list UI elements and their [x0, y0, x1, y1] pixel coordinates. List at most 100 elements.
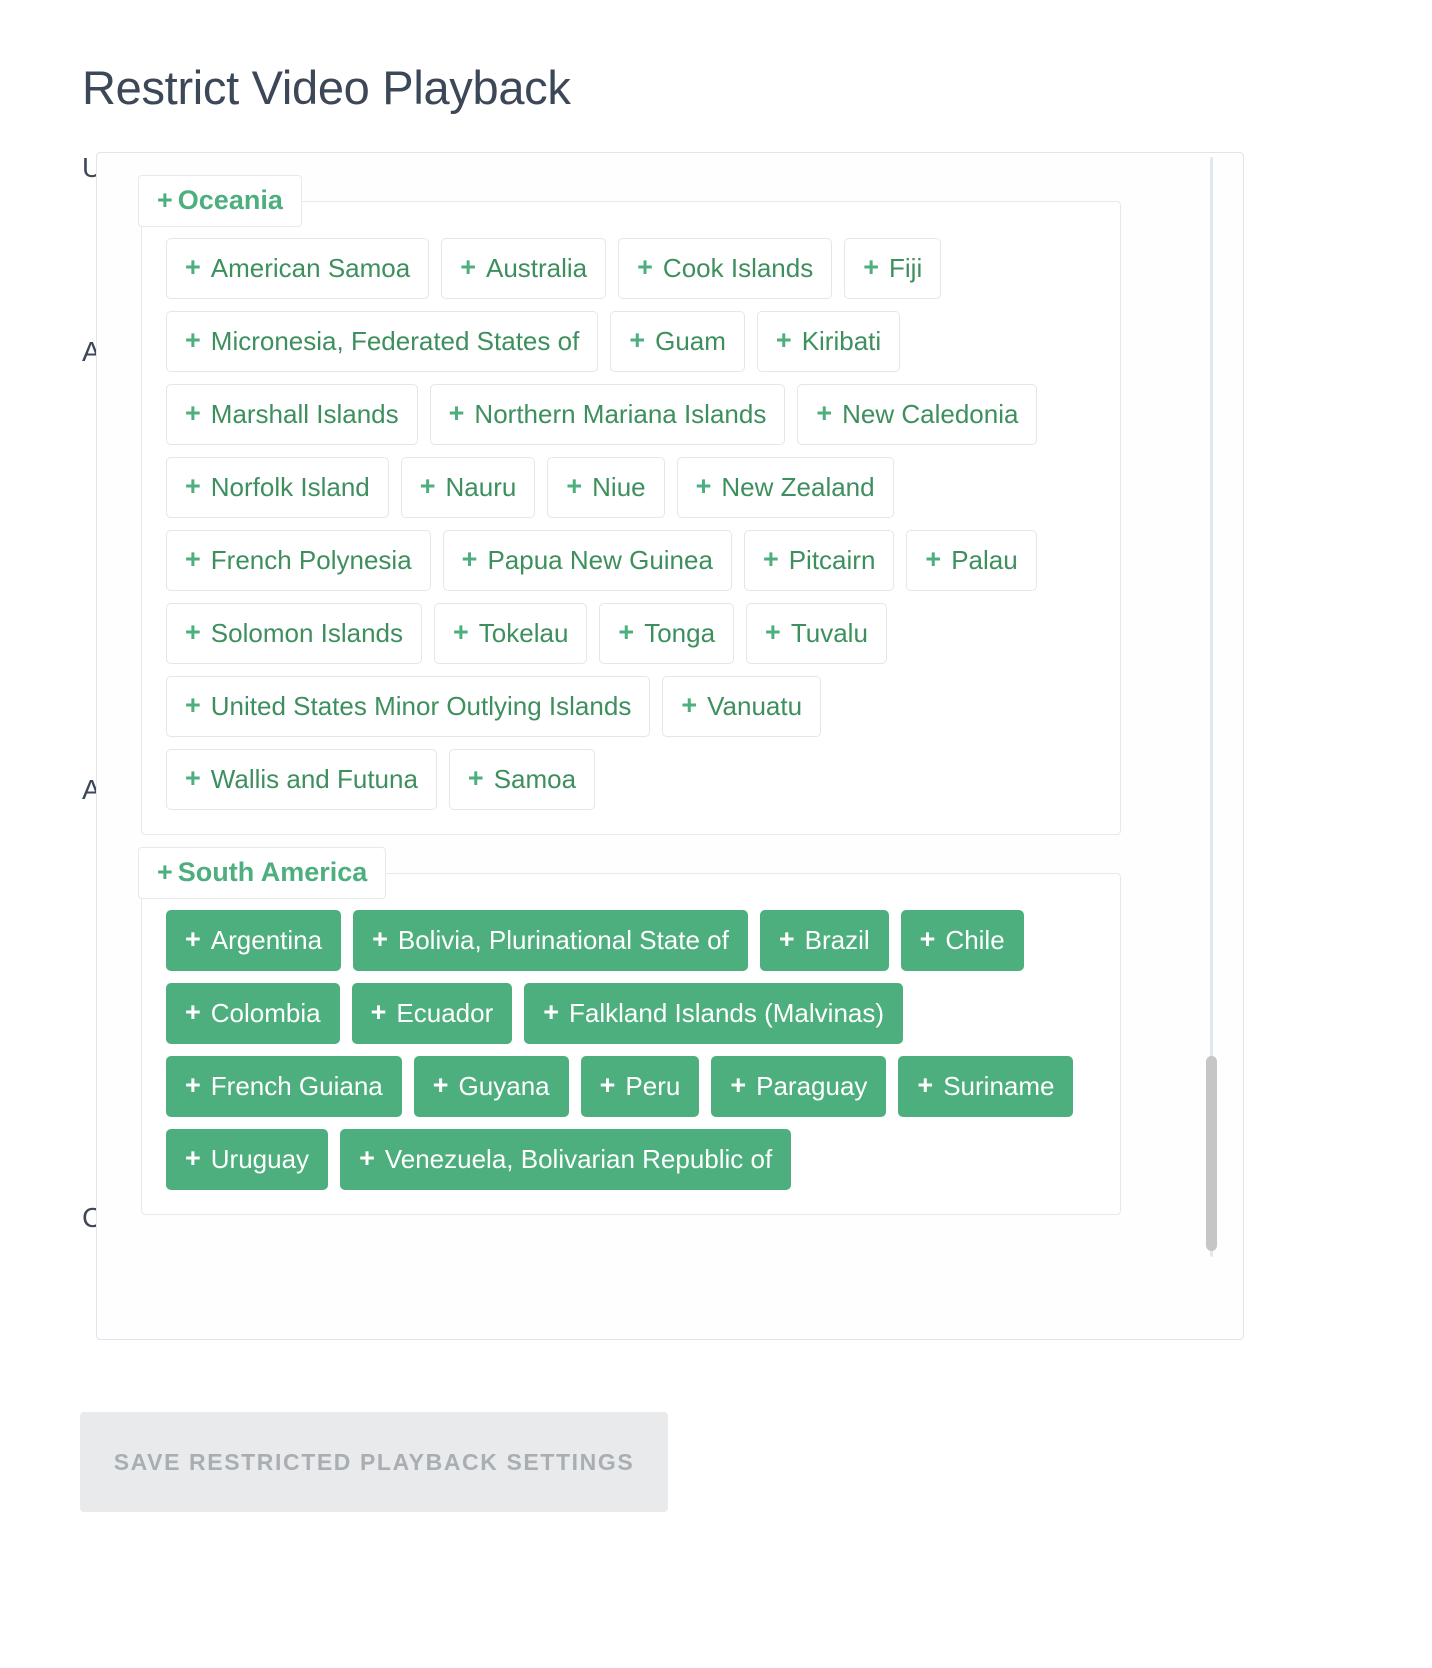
plus-icon: + — [185, 763, 201, 793]
country-tag[interactable]: + Brazil — [759, 910, 889, 971]
plus-icon: + — [637, 252, 653, 282]
country-tag-label: Uruguay — [210, 1143, 310, 1174]
country-tag[interactable]: + Australia — [441, 238, 607, 299]
country-tag[interactable]: + Tonga — [599, 603, 735, 664]
country-tag[interactable]: + Chile — [900, 910, 1024, 971]
plus-icon: + — [157, 857, 173, 887]
country-tag[interactable]: + French Guiana — [166, 1056, 402, 1117]
region-legend-south-america[interactable]: + South America — [138, 847, 387, 899]
country-tag[interactable]: + Tuvalu — [746, 603, 887, 664]
region-box-oceania: + Oceania + American Samoa + Australia + Cook … — [138, 175, 1121, 835]
country-tag[interactable]: + Argentina — [166, 910, 342, 971]
country-tag[interactable]: + Paraguay — [711, 1056, 887, 1117]
country-tag[interactable]: + Bolivia, Plurinational State of — [353, 910, 748, 971]
country-tag-label: Bolivia, Plurinational State of — [397, 924, 729, 955]
plus-icon: + — [359, 1143, 375, 1173]
region-legend-oceania[interactable]: + Oceania — [138, 175, 302, 227]
country-tag-label: Brazil — [804, 924, 870, 955]
plus-icon: + — [460, 252, 476, 282]
country-tag[interactable]: + Guam — [610, 311, 745, 372]
region-legend-label: South America — [177, 857, 368, 887]
country-tag-label: Paraguay — [756, 1070, 868, 1101]
plus-icon: + — [185, 690, 201, 720]
country-tag-label: United States Minor Outlying Islands — [210, 690, 632, 721]
country-tag[interactable]: + Vanuatu — [662, 676, 822, 737]
plus-icon: + — [372, 924, 388, 954]
plus-icon: + — [453, 617, 469, 647]
country-tag[interactable]: + Micronesia, Federated States of — [166, 311, 599, 372]
region-box-south-america: + South America + Argentina + Bolivia, Pluri… — [138, 847, 1121, 1215]
country-tag[interactable]: + New Caledonia — [797, 384, 1038, 445]
country-tag[interactable]: + United States Minor Outlying Islands — [166, 676, 651, 737]
country-tag[interactable]: + Uruguay — [166, 1129, 329, 1190]
plus-icon: + — [775, 325, 792, 355]
country-tag-label: Colombia — [210, 997, 321, 1028]
plus-icon: + — [419, 471, 436, 501]
country-tag[interactable]: + Venezuela, Bolivarian Republic of — [340, 1129, 792, 1190]
plus-icon: + — [695, 471, 712, 501]
country-tag-label: Ecuador — [396, 997, 494, 1028]
plus-icon: + — [778, 924, 795, 954]
plus-icon: + — [863, 252, 880, 282]
country-tag-label: Papua New Guinea — [487, 544, 713, 575]
country-tag-label: Cook Islands — [662, 252, 814, 283]
region-group-south-america: + South America + Argentina + Bolivia, Pluri… — [138, 847, 1121, 1215]
plus-icon: + — [157, 185, 173, 215]
country-tag[interactable]: + Falkland Islands (Malvinas) — [524, 983, 904, 1044]
country-tag[interactable]: + Solomon Islands — [166, 603, 423, 664]
country-tag-label: French Polynesia — [210, 544, 412, 575]
country-tag-label: Peru — [625, 1070, 681, 1101]
country-tag-label: Venezuela, Bolivarian Republic of — [384, 1143, 773, 1174]
country-tag-label: New Zealand — [721, 471, 875, 502]
country-tag[interactable]: + Pitcairn — [743, 530, 895, 591]
country-tag[interactable]: + Cook Islands — [618, 238, 833, 299]
country-tag[interactable]: + Suriname — [898, 1056, 1074, 1117]
country-tag[interactable]: + Northern Mariana Islands — [429, 384, 786, 445]
country-tag[interactable]: + Guyana — [413, 1056, 569, 1117]
plus-icon: + — [185, 997, 201, 1027]
country-tag[interactable]: + Ecuador — [351, 983, 513, 1044]
country-tag[interactable]: + Palau — [906, 530, 1037, 591]
country-tag[interactable]: + Kiribati — [756, 311, 901, 372]
country-tag-label: Chile — [945, 924, 1005, 955]
save-restricted-playback-settings-button[interactable]: Save Restricted Playback Settings — [80, 1412, 668, 1512]
plus-icon: + — [448, 398, 465, 428]
plus-icon: + — [599, 1070, 616, 1100]
country-tag[interactable]: + Wallis and Futuna — [166, 749, 437, 810]
plus-icon: + — [185, 617, 201, 647]
region-legend-label: Oceania — [177, 185, 283, 215]
plus-icon: + — [370, 997, 387, 1027]
plus-icon: + — [185, 471, 201, 501]
plus-icon: + — [185, 252, 201, 282]
plus-icon: + — [730, 1070, 747, 1100]
country-tag[interactable]: + French Polynesia — [166, 530, 431, 591]
country-tag-label: Samoa — [493, 763, 577, 794]
country-tag-label: Argentina — [210, 924, 323, 955]
country-tag[interactable]: + Samoa — [448, 749, 596, 810]
country-tag-label: Tonga — [644, 617, 716, 648]
country-tag-label: Fiji — [889, 252, 923, 283]
country-tag[interactable]: + Norfolk Island — [166, 457, 389, 518]
country-tag[interactable]: + Colombia — [166, 983, 340, 1044]
plus-icon: + — [765, 617, 781, 647]
country-tag[interactable]: + Nauru — [400, 457, 536, 518]
country-tag[interactable]: + Niue — [547, 457, 665, 518]
country-tag-list-oceania: + American Samoa + Australia + Cook Islands + F… — [142, 202, 1120, 834]
plus-icon: + — [461, 544, 478, 574]
country-tag-label: New Caledonia — [842, 398, 1019, 429]
plus-icon: + — [185, 398, 201, 428]
country-scroll-viewport[interactable]: + Oceania + American Samoa + Australia + Cook … — [97, 153, 1243, 1261]
plus-icon: + — [185, 1143, 201, 1173]
country-tag[interactable]: + Peru — [580, 1056, 700, 1117]
country-tag[interactable]: + American Samoa — [166, 238, 430, 299]
country-tag-label: Suriname — [943, 1070, 1055, 1101]
country-tag[interactable]: + Tokelau — [434, 603, 588, 664]
country-tag[interactable]: + Papua New Guinea — [442, 530, 732, 591]
country-tag[interactable]: + Fiji — [844, 238, 942, 299]
scrollbar-thumb[interactable] — [1206, 1056, 1217, 1251]
country-tag-label: Kiribati — [801, 325, 882, 356]
country-tag[interactable]: + New Zealand — [676, 457, 894, 518]
plus-icon: + — [762, 544, 779, 574]
country-tag[interactable]: + Marshall Islands — [166, 384, 418, 445]
region-group-oceania: + Oceania + American Samoa + Australia + Cook … — [138, 175, 1121, 835]
